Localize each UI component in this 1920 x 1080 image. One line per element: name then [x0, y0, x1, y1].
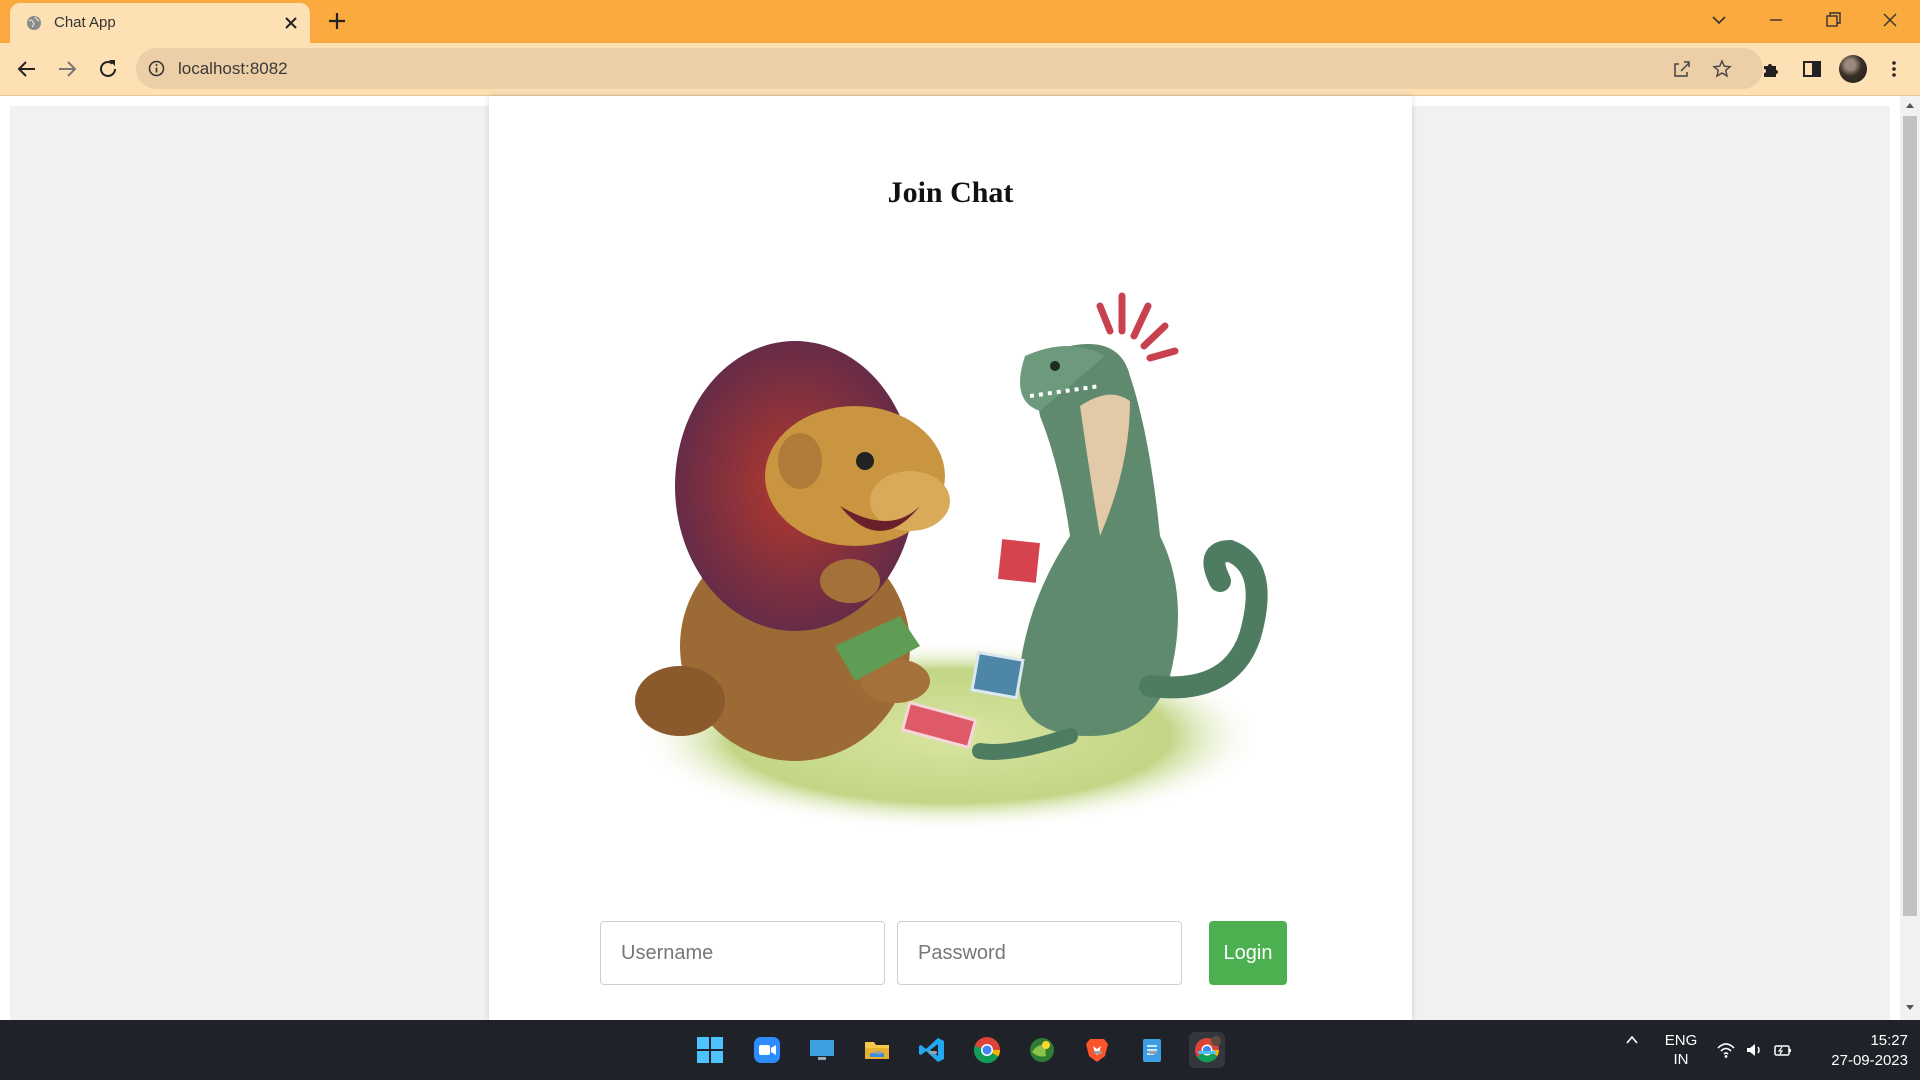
vscode-app[interactable] [914, 1032, 950, 1068]
clock-time: 15:27 [1870, 1032, 1908, 1049]
vscode-icon [919, 1038, 944, 1062]
scroll-thumb[interactable] [1903, 116, 1917, 916]
restore-icon[interactable] [1822, 9, 1844, 31]
browser-toolbar: localhost:8082 [0, 43, 1920, 96]
side-panel-icon[interactable] [1801, 58, 1823, 80]
page-viewport: Join Chat Username Login [0, 96, 1920, 1020]
zoom-video-icon [754, 1037, 780, 1063]
more-menu-icon[interactable] [1883, 58, 1905, 80]
hero-illustration [635, 292, 1268, 831]
running-indicator [1094, 1051, 1102, 1054]
running-indicator [1149, 1051, 1157, 1054]
monitor-icon [810, 1040, 834, 1060]
running-indicator-active [1198, 1051, 1216, 1054]
browser-tab[interactable]: Chat App [10, 3, 310, 43]
chevron-up-icon [1626, 1035, 1638, 1044]
start-button[interactable] [692, 1032, 728, 1068]
minimize-icon[interactable] [1765, 9, 1787, 31]
language-indicator[interactable]: ENG IN [1658, 1031, 1704, 1069]
vertical-scrollbar[interactable] [1900, 96, 1920, 1020]
chrome-profile-icon [1195, 1036, 1221, 1063]
notepad-app[interactable] [1134, 1032, 1170, 1068]
battery-icon[interactable] [1773, 1040, 1793, 1060]
scroll-up-arrow-icon[interactable] [1904, 100, 1916, 110]
chrome-icon [973, 1037, 1001, 1064]
running-indicator [874, 1051, 882, 1054]
profile-avatar[interactable] [1839, 55, 1867, 83]
edge-canary-icon [1030, 1038, 1054, 1062]
remote-desktop-app[interactable] [804, 1032, 840, 1068]
tab-title: Chat App [54, 14, 116, 31]
folder-icon [865, 1042, 889, 1059]
extensions-puzzle-icon[interactable] [1760, 58, 1782, 80]
globe-icon [27, 16, 41, 30]
forward-arrow-icon[interactable] [55, 57, 79, 81]
windows-start-icon [697, 1037, 723, 1063]
browser-tab-strip: Chat App [0, 0, 1920, 43]
language-code: ENG [1664, 1032, 1698, 1049]
bookmark-star-icon[interactable] [1711, 58, 1733, 80]
page-title: Join Chat [887, 176, 1014, 209]
volume-icon[interactable] [1744, 1040, 1764, 1060]
login-button[interactable]: Login [1209, 921, 1287, 985]
join-chat-card: Join Chat Username Login [489, 96, 1412, 1020]
zoom-app[interactable] [749, 1032, 785, 1068]
chrome-profile-app[interactable] [1189, 1032, 1225, 1068]
address-bar[interactable]: localhost:8082 [136, 48, 1763, 89]
running-indicator [929, 1051, 937, 1054]
new-tab-icon[interactable] [326, 10, 348, 32]
language-region: IN [1673, 1051, 1689, 1068]
reload-icon[interactable] [96, 57, 120, 81]
close-tab-icon[interactable] [282, 14, 300, 32]
show-hidden-icons[interactable] [1620, 1032, 1644, 1052]
tab-search-icon[interactable] [1708, 9, 1730, 31]
scroll-down-arrow-icon[interactable] [1904, 1003, 1916, 1013]
edge-canary-app[interactable] [1024, 1032, 1060, 1068]
brave-lion-icon [1086, 1039, 1108, 1062]
chrome-app[interactable] [969, 1032, 1005, 1068]
url-text: localhost:8082 [178, 59, 288, 78]
file-explorer-app[interactable] [859, 1032, 895, 1068]
password-input[interactable] [897, 921, 1182, 985]
clock-date: 27-09-2023 [1831, 1052, 1908, 1069]
close-window-icon[interactable] [1879, 9, 1901, 31]
wifi-icon[interactable] [1716, 1040, 1736, 1060]
back-arrow-icon[interactable] [15, 57, 39, 81]
username-input[interactable] [600, 921, 885, 985]
site-info-icon[interactable] [148, 60, 165, 77]
windows-taskbar: ENG IN 15:27 27-09-2023 [0, 1020, 1920, 1080]
notepad-icon [1143, 1039, 1161, 1062]
brave-app[interactable] [1079, 1032, 1115, 1068]
share-icon[interactable] [1671, 58, 1693, 80]
clock[interactable]: 15:27 27-09-2023 [1808, 1031, 1908, 1071]
